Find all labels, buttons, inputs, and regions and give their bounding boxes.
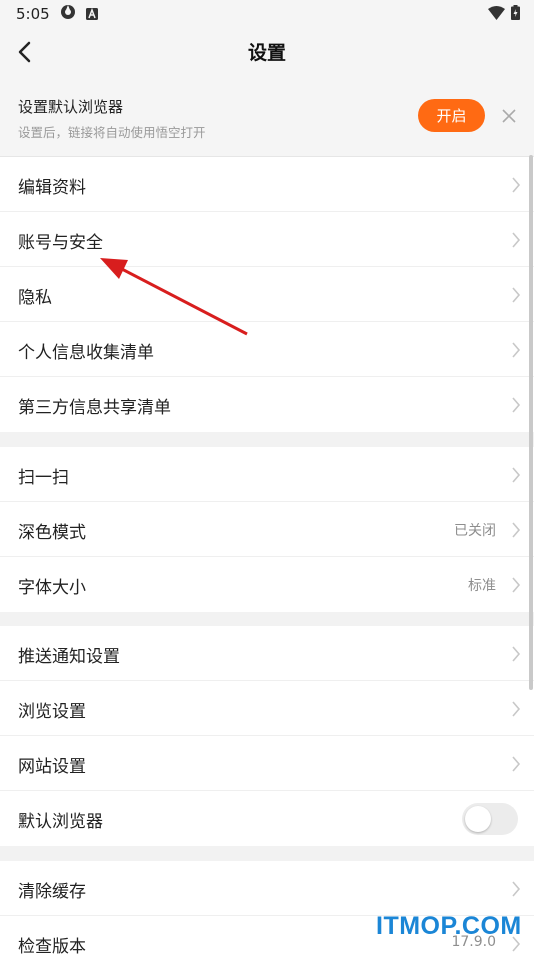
settings-item-push-notifications[interactable]: 推送通知设置 <box>0 626 534 681</box>
settings-item-edit-profile[interactable]: 编辑资料 <box>0 157 534 212</box>
settings-item-scan[interactable]: 扫一扫 <box>0 447 534 502</box>
chevron-right-icon <box>512 287 521 303</box>
settings-item-browsing[interactable]: 浏览设置 <box>0 681 534 736</box>
chevron-right-icon <box>512 646 521 662</box>
close-icon[interactable] <box>500 107 518 125</box>
settings-item-clear-cache[interactable]: 清除缓存 <box>0 861 534 916</box>
settings-item-label: 默认浏览器 <box>18 812 103 832</box>
chevron-right-icon <box>512 522 521 538</box>
settings-item-privacy[interactable]: 隐私 <box>0 267 534 322</box>
settings-item-label: 个人信息收集清单 <box>18 343 154 363</box>
chevron-right-icon <box>512 701 521 717</box>
settings-item-label: 字体大小 <box>18 578 86 598</box>
settings-item-label: 清除缓存 <box>18 882 86 902</box>
toggle-knob <box>465 806 491 832</box>
settings-group-browser: 推送通知设置 浏览设置 网站设置 默认浏览器 <box>0 626 534 846</box>
settings-item-label: 网站设置 <box>18 757 86 777</box>
chevron-right-icon <box>512 397 521 413</box>
settings-item-label: 推送通知设置 <box>18 647 120 667</box>
settings-item-default-browser: 默认浏览器 <box>0 791 534 846</box>
settings-item-third-party-sharing[interactable]: 第三方信息共享清单 <box>0 377 534 432</box>
wifi-icon <box>488 5 505 24</box>
settings-item-label: 深色模式 <box>18 523 86 543</box>
settings-item-label: 扫一扫 <box>18 468 69 488</box>
settings-item-personal-info-list[interactable]: 个人信息收集清单 <box>0 322 534 377</box>
enable-button[interactable]: 开启 <box>418 99 485 132</box>
font-notification-icon <box>85 5 98 24</box>
battery-icon <box>511 5 520 24</box>
chevron-right-icon <box>512 756 521 772</box>
banner-subtitle: 设置后，链接将自动使用悟空打开 <box>18 125 206 140</box>
settings-item-website[interactable]: 网站设置 <box>0 736 534 791</box>
settings-item-label: 第三方信息共享清单 <box>18 398 171 418</box>
status-time: 5:05 <box>16 5 50 23</box>
settings-item-label: 账号与安全 <box>18 233 103 253</box>
settings-item-value: 标准 <box>468 578 496 594</box>
default-browser-banner: 设置默认浏览器 设置后，链接将自动使用悟空打开 开启 <box>0 76 534 157</box>
page-title: 设置 <box>247 42 286 64</box>
settings-item-label: 检查版本 <box>18 937 86 957</box>
app-notification-icon <box>60 4 76 24</box>
chevron-right-icon <box>512 177 521 193</box>
default-browser-toggle[interactable] <box>462 803 518 835</box>
chevron-right-icon <box>512 467 521 483</box>
settings-group-display: 扫一扫 深色模式 已关闭 字体大小 标准 <box>0 447 534 612</box>
chevron-right-icon <box>512 232 521 248</box>
settings-item-dark-mode[interactable]: 深色模式 已关闭 <box>0 502 534 557</box>
settings-item-account-security[interactable]: 账号与安全 <box>0 212 534 267</box>
status-bar: 5:05 <box>0 0 534 28</box>
chevron-right-icon <box>512 881 521 897</box>
chevron-right-icon <box>512 577 521 593</box>
scrollbar[interactable] <box>529 155 533 690</box>
settings-item-font-size[interactable]: 字体大小 标准 <box>0 557 534 612</box>
banner-title: 设置默认浏览器 <box>18 98 124 116</box>
settings-item-label: 浏览设置 <box>18 702 86 722</box>
chevron-right-icon <box>512 342 521 358</box>
watermark: ITMOP.COM <box>376 912 522 940</box>
settings-item-value: 已关闭 <box>454 523 496 539</box>
settings-group-account: 编辑资料 账号与安全 隐私 个人信息收集清单 第三方信息共享清单 <box>0 157 534 432</box>
header: 设置 <box>0 28 534 76</box>
settings-item-label: 隐私 <box>18 288 52 308</box>
settings-item-label: 编辑资料 <box>18 178 86 198</box>
